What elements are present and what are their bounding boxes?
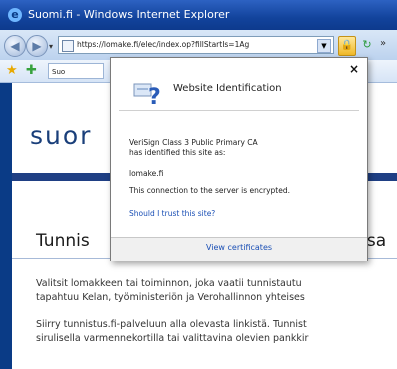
intro-paragraph: Valitsit lomakkeen tai toiminnon, joka v…	[36, 277, 305, 305]
intro-line-2: tapahtuu Kelan, työministeriön ja Veroha…	[36, 292, 305, 303]
issuer-line-2: has identified this site as:	[129, 148, 226, 157]
popup-footer: View certificates	[111, 237, 367, 261]
trust-site-link[interactable]: Should I trust this site?	[129, 208, 215, 219]
address-bar[interactable]: https://lomake.fi/elec/index.op?fillStar…	[58, 36, 334, 54]
forward-button[interactable]: ▶	[26, 35, 48, 57]
ie-logo-icon: e	[8, 8, 22, 22]
view-certificates-link[interactable]: View certificates	[111, 243, 367, 252]
address-url[interactable]: https://lomake.fi/elec/index.op?fillStar…	[77, 37, 307, 53]
refresh-icon[interactable]: ↻	[360, 38, 374, 52]
popup-divider	[119, 110, 359, 111]
instruction-line-1: Siirry tunnistus.fi-palveluun alla oleva…	[36, 319, 307, 330]
intro-line-1: Valitsit lomakkeen tai toiminnon, joka v…	[36, 278, 302, 289]
history-dropdown-icon[interactable]: ▾	[49, 42, 53, 51]
more-icon[interactable]: »	[380, 38, 386, 49]
lock-icon[interactable]: 🔒	[338, 36, 356, 56]
tab-suomi[interactable]: Suo	[48, 63, 104, 79]
forward-icon: ▶	[32, 39, 42, 53]
close-icon[interactable]: ×	[349, 62, 359, 76]
back-icon: ◀	[10, 39, 20, 53]
identification-question-icon: ?	[133, 83, 161, 107]
popup-title: Website Identification	[173, 83, 282, 94]
page-icon	[62, 40, 74, 52]
window-title: Suomi.fi - Windows Internet Explorer	[28, 8, 230, 21]
page-heading-left: Tunnis	[36, 231, 90, 251]
address-dropdown-icon[interactable]: ▼	[317, 39, 331, 53]
add-favorite-icon[interactable]: ✚	[26, 63, 37, 78]
website-identification-popup: × ? Website Identification VeriSign Clas…	[110, 57, 368, 261]
site-logo[interactable]: suor	[30, 121, 92, 150]
instruction-paragraph: Siirry tunnistus.fi-palveluun alla oleva…	[36, 318, 308, 346]
encryption-status: This connection to the server is encrypt…	[129, 186, 290, 195]
favorites-star-icon[interactable]: ★	[6, 63, 18, 78]
instruction-line-2: sirulisella varmennekortilla tai valitta…	[36, 333, 309, 344]
back-button[interactable]: ◀	[4, 35, 26, 57]
svg-text:?: ?	[148, 85, 161, 107]
title-bar: e Suomi.fi - Windows Internet Explorer	[0, 0, 397, 30]
site-name: lomake.fi	[129, 169, 164, 178]
